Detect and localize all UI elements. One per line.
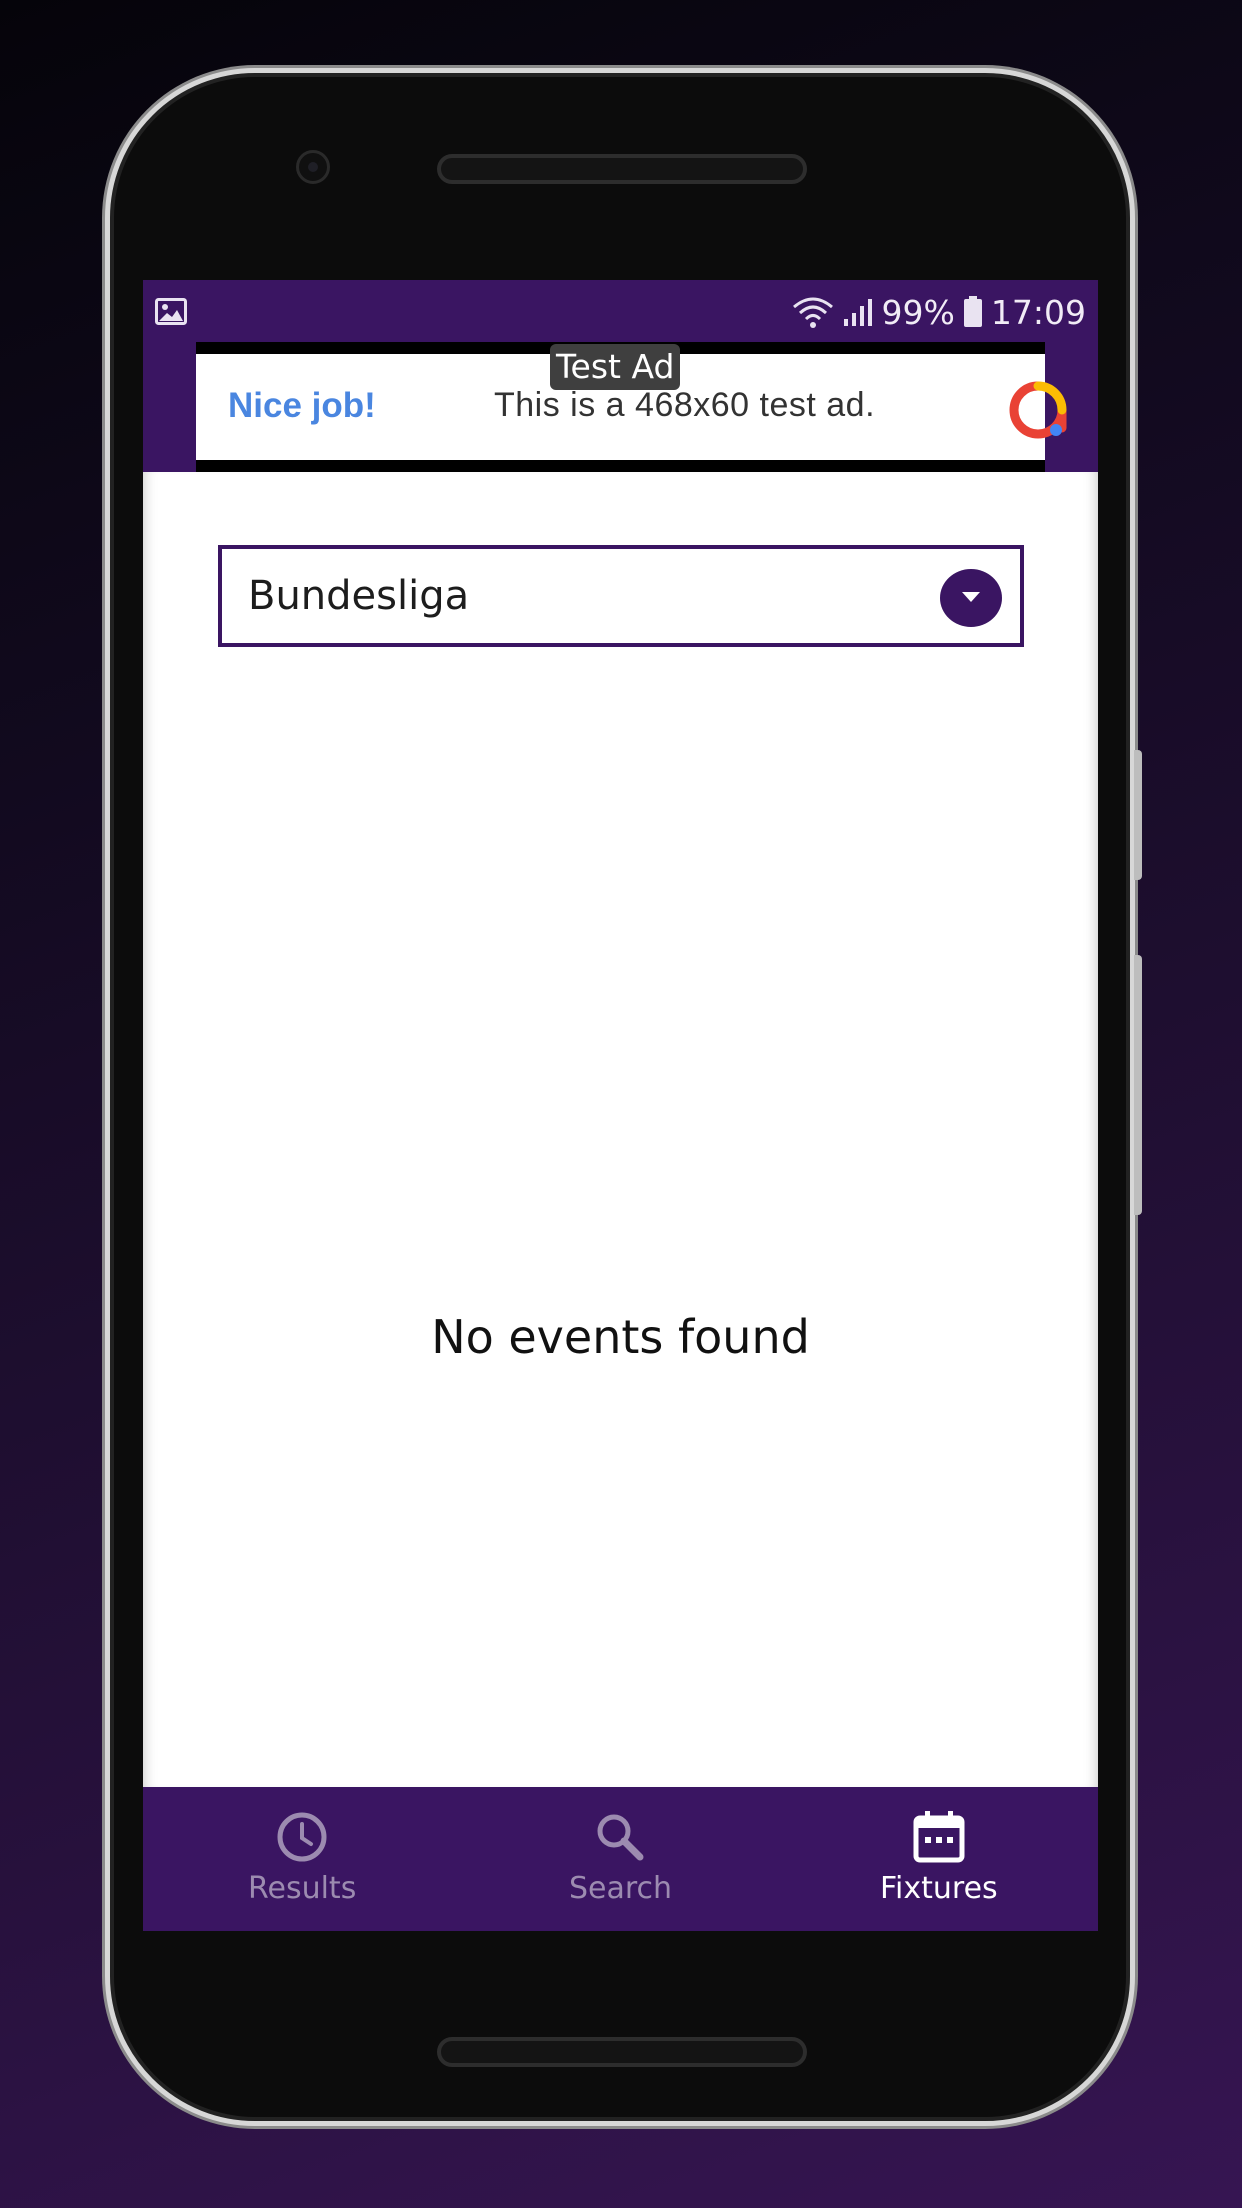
- battery-icon: [963, 296, 982, 327]
- league-dropdown-value: Bundesliga: [248, 573, 470, 619]
- ad-text: This is a 468x60 test ad.: [494, 386, 876, 424]
- bottom-speaker: [437, 2037, 807, 2067]
- nav-label-fixtures: Fixtures: [879, 1871, 998, 1906]
- bottom-navigation: Results Search Fixtures: [143, 1787, 1098, 1931]
- top-speaker: [437, 154, 807, 184]
- wifi-icon: [792, 297, 833, 328]
- main-content: Bundesliga No events found: [143, 472, 1098, 1787]
- status-indicators: 99% 17:09: [792, 290, 1086, 334]
- cell-signal-icon: [843, 299, 872, 326]
- battery-percentage: 99%: [881, 292, 955, 332]
- nav-item-fixtures[interactable]: Fixtures: [780, 1787, 1098, 1931]
- nav-label-results: Results: [248, 1871, 357, 1906]
- ad-headline: Nice job!: [228, 386, 376, 425]
- clock: 17:09: [990, 292, 1086, 332]
- test-ad-label: Test Ad: [550, 344, 681, 390]
- side-button-power: [1134, 750, 1142, 880]
- image-notification-icon: [155, 298, 187, 325]
- nav-item-results[interactable]: Results: [143, 1787, 461, 1931]
- calendar-icon: [913, 1811, 965, 1863]
- screen: 99% 17:09 Nice job! This is a 468x60 tes…: [143, 280, 1098, 1931]
- chevron-down-icon[interactable]: [940, 569, 1002, 627]
- empty-state-message: No events found: [431, 1310, 810, 1364]
- nav-item-search[interactable]: Search: [461, 1787, 779, 1931]
- side-button-volume: [1134, 955, 1142, 1215]
- league-dropdown[interactable]: Bundesliga: [218, 545, 1024, 647]
- clock-icon: [277, 1812, 327, 1862]
- search-icon: [597, 1814, 644, 1861]
- status-bar: 99% 17:09: [143, 280, 1098, 342]
- admob-logo-icon: [1009, 381, 1067, 439]
- front-camera: [296, 150, 330, 184]
- nav-label-search: Search: [568, 1871, 673, 1906]
